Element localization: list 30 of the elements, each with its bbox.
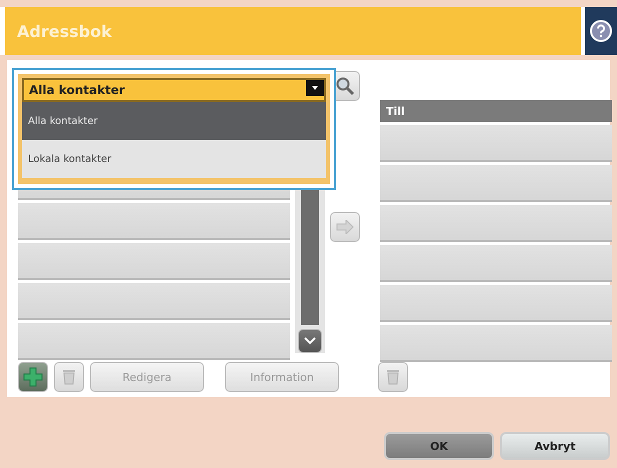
recipient-row[interactable] (380, 205, 612, 242)
page-title: Adressbok (5, 7, 581, 55)
contact-row[interactable] (18, 203, 290, 240)
ok-button[interactable]: OK (384, 432, 494, 460)
chevron-down-icon (304, 337, 316, 345)
plus-icon (23, 367, 43, 387)
dropdown-value: Alla kontakter (28, 82, 126, 99)
arrow-right-icon (336, 220, 354, 234)
recipient-row[interactable] (380, 125, 612, 162)
contact-row[interactable] (18, 283, 290, 320)
contact-row[interactable] (18, 243, 290, 280)
delete-recipient-button[interactable] (378, 362, 408, 392)
help-icon (589, 19, 613, 43)
recipients-header: Till (380, 100, 612, 122)
dropdown-option[interactable]: Alla kontakter (22, 102, 326, 140)
recipient-row[interactable] (380, 325, 612, 362)
recipient-row[interactable] (380, 165, 612, 202)
add-recipient-button[interactable] (330, 212, 360, 242)
cancel-button[interactable]: Avbryt (500, 432, 610, 460)
search-icon (335, 76, 355, 96)
add-contact-button[interactable] (18, 362, 48, 392)
recipient-row[interactable] (380, 245, 612, 282)
dropdown-option[interactable]: Lokala kontakter (22, 140, 326, 178)
trash-icon (386, 369, 400, 385)
recipient-row[interactable] (380, 285, 612, 322)
contact-filter-dropdown[interactable]: Alla kontakter Alla kontakter Lokala kontakter (12, 68, 336, 190)
scroll-down-button[interactable] (298, 329, 322, 353)
trash-icon (62, 369, 76, 385)
delete-contact-button[interactable] (54, 362, 84, 392)
help-button[interactable] (585, 7, 617, 55)
